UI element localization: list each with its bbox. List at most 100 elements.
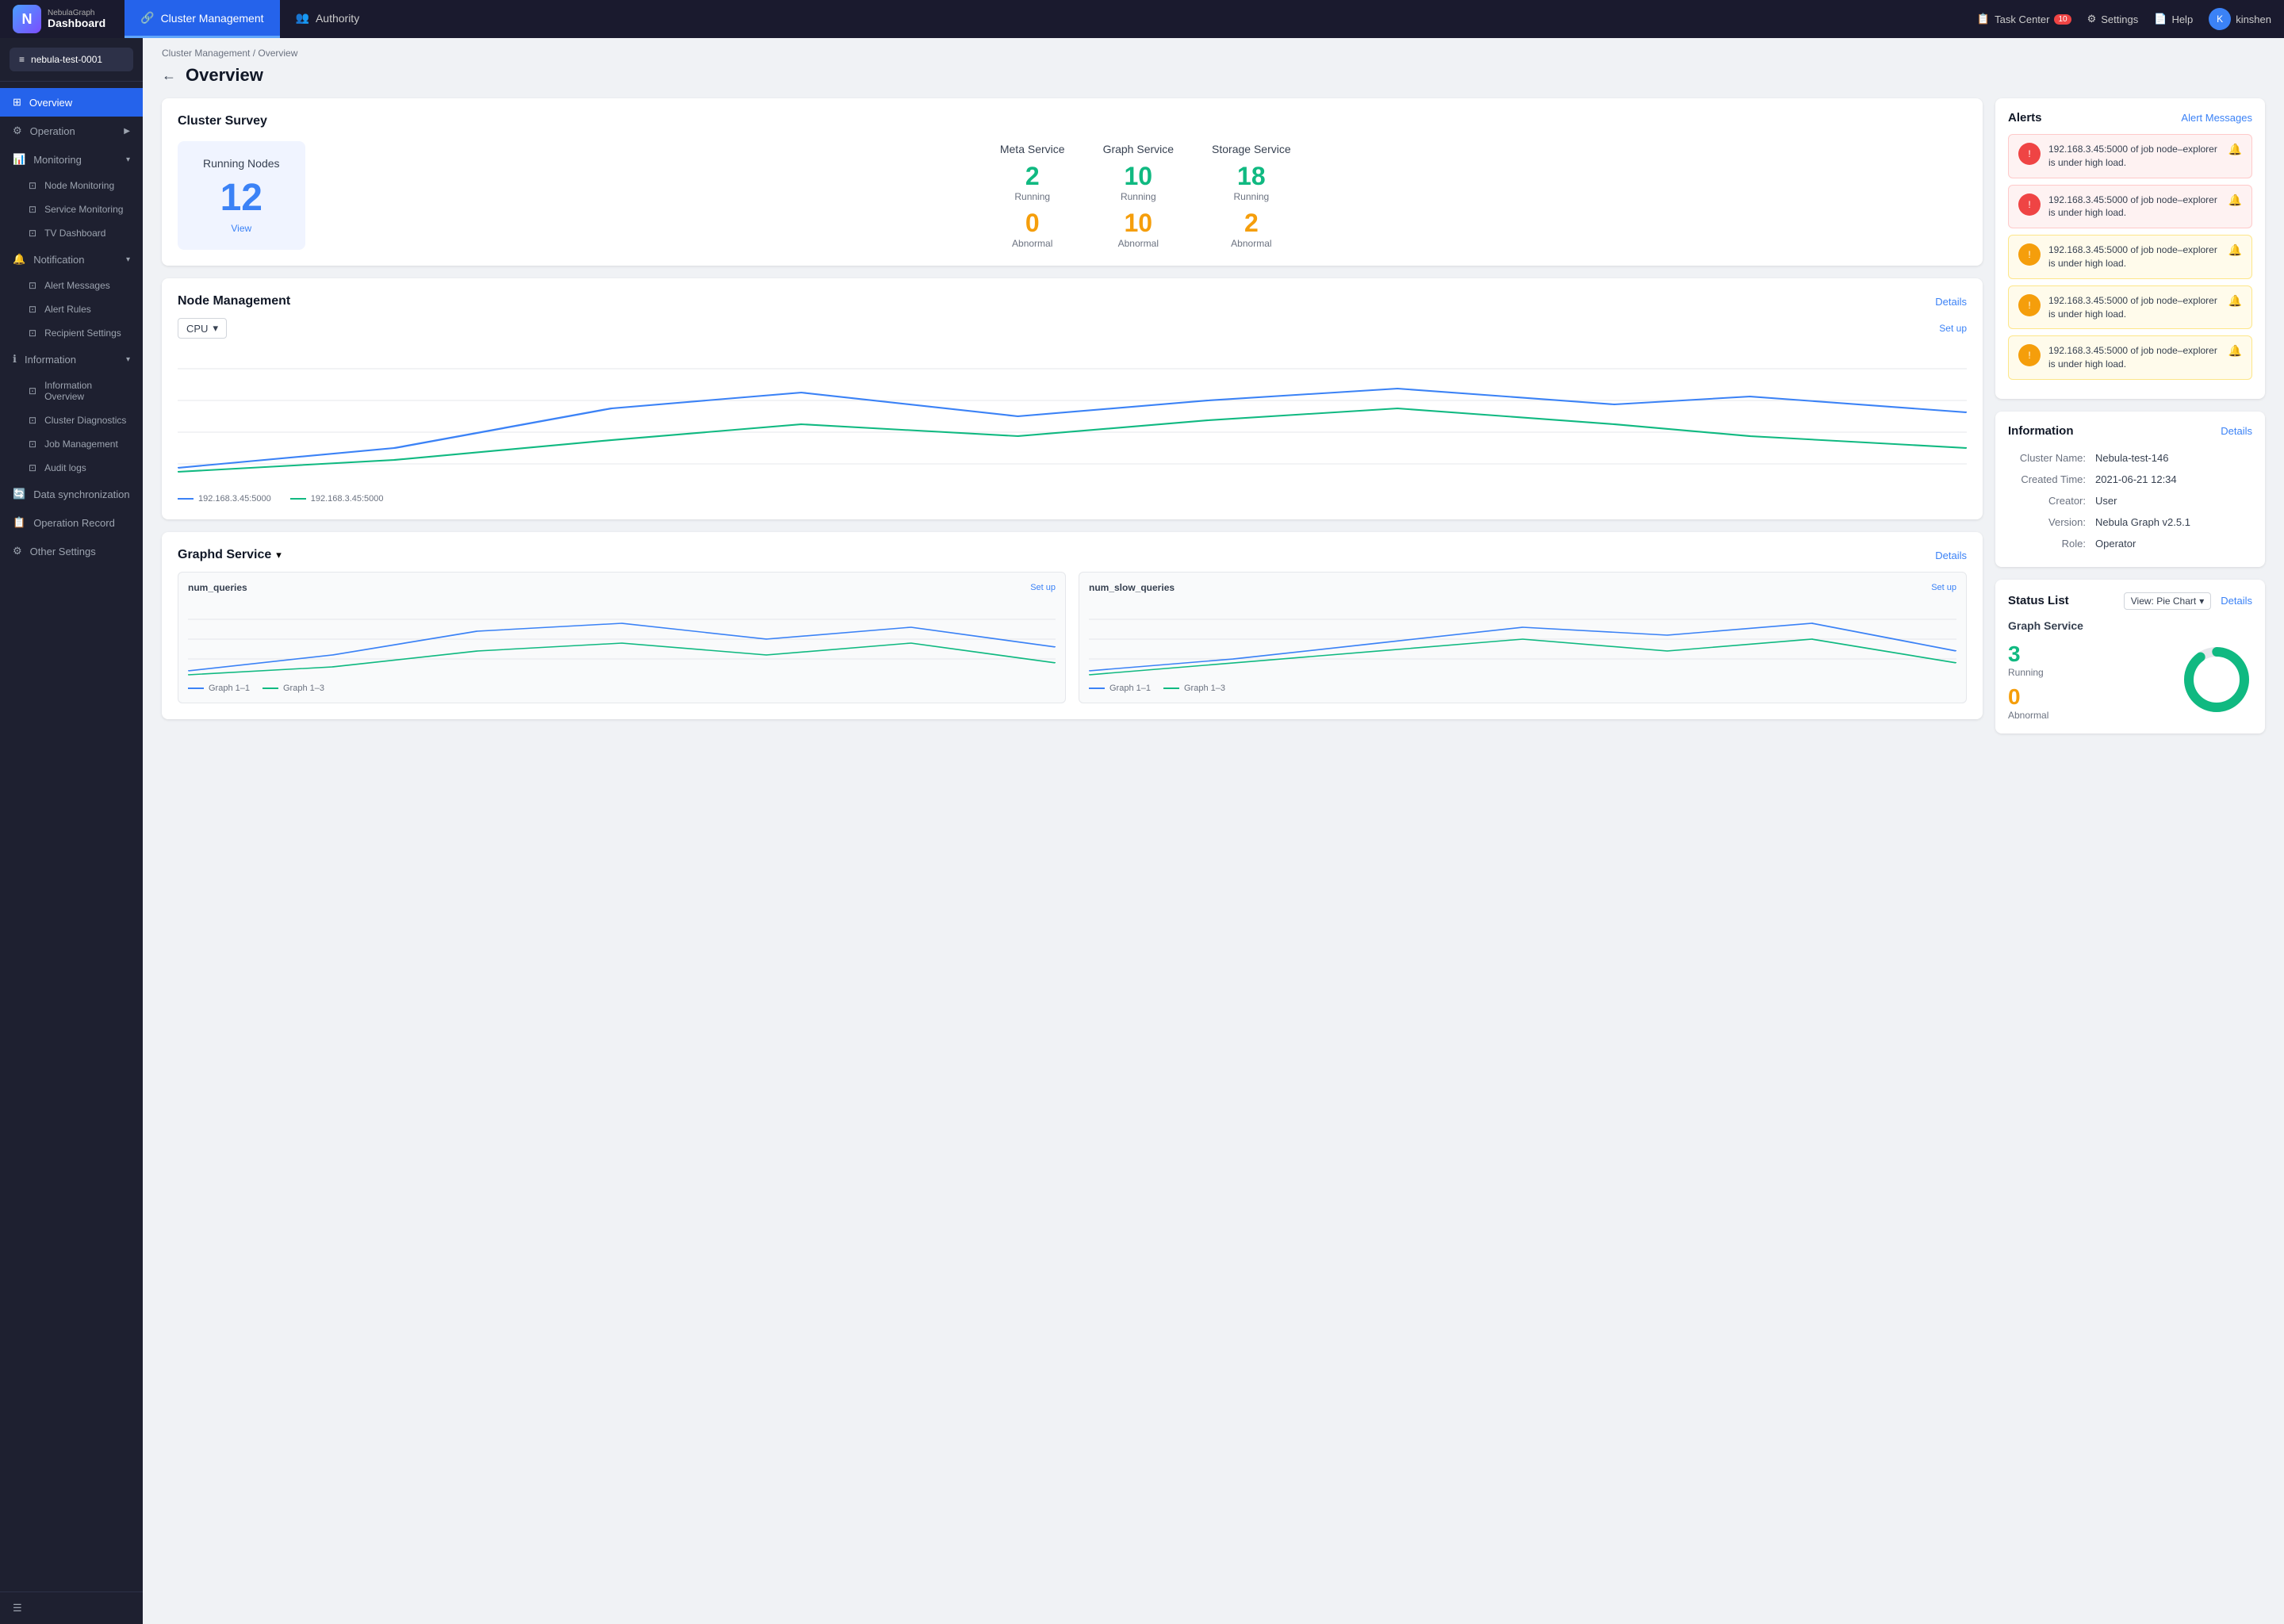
graph-service-status-title: Graph Service	[2008, 619, 2252, 632]
sidebar-item-cluster-diagnostics[interactable]: ⊡ Cluster Diagnostics	[0, 408, 143, 432]
alert-bell-2[interactable]: 🔔	[2228, 193, 2242, 207]
num-queries-setup[interactable]: Set up	[1030, 583, 1056, 592]
info-header: Information Details	[2008, 424, 2252, 438]
node-mgmt-details-link[interactable]: Details	[1935, 296, 1967, 308]
storage-service-title: Storage Service	[1212, 143, 1291, 155]
sidebar-item-operation-record[interactable]: 📋 Operation Record	[0, 508, 143, 537]
status-controls: View: Pie Chart ▾ Details	[2124, 592, 2252, 610]
sidebar-item-service-monitoring[interactable]: ⊡ Service Monitoring	[0, 197, 143, 221]
nav-tabs: 🔗 Cluster Management 👥 Authority	[125, 0, 1977, 38]
info-label-creator: Creator:	[2008, 495, 2095, 507]
content-area: Cluster Management / Overview ← Overview…	[143, 38, 2284, 1624]
node-management-card: Node Management Details CPU ▾ Set up	[162, 278, 1983, 519]
other-settings-icon: ⚙	[13, 545, 22, 557]
page-title: Overview	[186, 65, 263, 86]
alert-item-1: ! 192.168.3.45:5000 of job node–explorer…	[2008, 134, 2252, 178]
sidebar-item-job-management[interactable]: ⊡ Job Management	[0, 432, 143, 456]
node-setup-button[interactable]: Set up	[1939, 323, 1967, 334]
back-button[interactable]: ←	[162, 67, 176, 84]
task-badge: 10	[2054, 14, 2071, 25]
sidebar-item-monitoring[interactable]: 📊 Monitoring ▾	[0, 145, 143, 174]
alert-dot-3: !	[2018, 243, 2041, 266]
sidebar-item-alert-rules[interactable]: ⊡ Alert Rules	[0, 297, 143, 321]
graphd-details-link[interactable]: Details	[1935, 550, 1967, 561]
num-slow-queries-setup[interactable]: Set up	[1931, 583, 1956, 592]
running-nodes-link[interactable]: View	[203, 223, 280, 234]
authority-icon: 👥	[296, 11, 309, 25]
alert-bell-4[interactable]: 🔔	[2228, 294, 2242, 308]
info-value-version: Nebula Graph v2.5.1	[2095, 516, 2190, 528]
cluster-icon-small: ≡	[19, 54, 25, 65]
tab-cluster-management[interactable]: 🔗 Cluster Management	[125, 0, 279, 38]
alert-item-2: ! 192.168.3.45:5000 of job node–explorer…	[2008, 185, 2252, 229]
alert-bell-1[interactable]: 🔔	[2228, 143, 2242, 156]
logo-line2: Dashboard	[48, 17, 105, 29]
info-label-version: Version:	[2008, 516, 2095, 528]
sidebar-item-information[interactable]: ℹ Information ▾	[0, 345, 143, 373]
graphd-title: Graphd Service	[178, 548, 271, 562]
graphd-dropdown-icon[interactable]: ▾	[276, 549, 282, 561]
cluster-survey-title: Cluster Survey	[178, 114, 1967, 128]
storage-running-label: Running	[1212, 191, 1291, 202]
sidebar-item-tv-dashboard[interactable]: ⊡ TV Dashboard	[0, 221, 143, 245]
sidebar-item-alert-messages[interactable]: ⊡ Alert Messages	[0, 274, 143, 297]
right-column: Alerts Alert Messages ! 192.168.3.45:500…	[1995, 98, 2265, 1605]
alert-rules-icon: ⊡	[29, 304, 36, 315]
num-slow-queries-svg	[1089, 599, 1956, 679]
nq-dot-2	[263, 688, 278, 689]
info-value-creator: User	[2095, 495, 2117, 507]
running-nodes-panel: Running Nodes 12 View	[178, 141, 305, 250]
settings-button[interactable]: ⚙ Settings	[2087, 13, 2139, 25]
alert-text-5: 192.168.3.45:5000 of job node–explorer i…	[2048, 344, 2221, 371]
legend-item-2: 192.168.3.45:5000	[290, 494, 384, 504]
donut-chart	[2181, 644, 2252, 718]
nsq-dot-1	[1089, 688, 1105, 689]
info-row-creator: Creator: User	[2008, 490, 2252, 511]
alert-dot-5: !	[2018, 344, 2041, 366]
alert-bell-5[interactable]: 🔔	[2228, 344, 2242, 358]
alert-bell-3[interactable]: 🔔	[2228, 243, 2242, 257]
sidebar-item-node-monitoring[interactable]: ⊡ Node Monitoring	[0, 174, 143, 197]
num-slow-queries-title: num_slow_queries	[1089, 582, 1175, 593]
status-details-link[interactable]: Details	[2221, 595, 2252, 607]
num-queries-chart: num_queries Set up	[178, 572, 1066, 703]
alert-dot-1: !	[2018, 143, 2041, 165]
task-center-button[interactable]: 📋 Task Center 10	[1977, 13, 2071, 25]
sidebar-item-other-settings[interactable]: ⚙ Other Settings	[0, 537, 143, 565]
num-slow-queries-chart: num_slow_queries Set up	[1079, 572, 1967, 703]
data-sync-icon: 🔄	[13, 488, 25, 500]
left-column: Cluster Survey Running Nodes 12 View Met…	[162, 98, 1983, 1605]
node-chart-svg	[178, 345, 1967, 488]
tab-authority[interactable]: 👥 Authority	[280, 0, 376, 38]
view-selector[interactable]: View: Pie Chart ▾	[2124, 592, 2212, 610]
sidebar-item-operation[interactable]: ⚙ Operation ▶	[0, 117, 143, 145]
alert-messages-link[interactable]: Alert Messages	[2181, 112, 2252, 124]
alert-dot-2: !	[2018, 193, 2041, 216]
user-menu[interactable]: K kinshen	[2209, 8, 2271, 30]
cluster-diag-icon: ⊡	[29, 415, 36, 426]
cluster-name-selector[interactable]: ≡ nebula-test-0001	[10, 48, 133, 71]
legend-dot-2	[290, 498, 306, 500]
logo-text: NebulaGraph Dashboard	[48, 9, 105, 29]
status-running-value: 3	[2008, 642, 2168, 667]
sidebar-item-overview[interactable]: ⊞ Overview	[0, 88, 143, 117]
logo: N NebulaGraph Dashboard	[13, 5, 105, 33]
service-monitoring-icon: ⊡	[29, 204, 36, 215]
sidebar-item-data-sync[interactable]: 🔄 Data synchronization	[0, 480, 143, 508]
sidebar-item-recipient-settings[interactable]: ⊡ Recipient Settings	[0, 321, 143, 345]
sidebar-item-notification[interactable]: 🔔 Notification ▾	[0, 245, 143, 274]
num-queries-chart-area	[188, 599, 1056, 679]
overview-icon: ⊞	[13, 96, 21, 109]
info-label-role: Role:	[2008, 538, 2095, 550]
cluster-icon: 🔗	[140, 11, 154, 25]
information-card: Information Details Cluster Name: Nebula…	[1995, 412, 2265, 567]
sidebar-item-audit-logs[interactable]: ⊡ Audit logs	[0, 456, 143, 480]
metric-selector[interactable]: CPU ▾	[178, 318, 227, 339]
help-button[interactable]: 📄 Help	[2154, 13, 2193, 25]
recipient-icon: ⊡	[29, 327, 36, 339]
sidebar-item-information-overview[interactable]: ⊡ Information Overview	[0, 373, 143, 408]
num-queries-header: num_queries Set up	[188, 582, 1056, 593]
sidebar-collapse-button[interactable]: ☰	[0, 1591, 143, 1624]
info-details-link[interactable]: Details	[2221, 425, 2252, 437]
job-mgmt-icon: ⊡	[29, 439, 36, 450]
